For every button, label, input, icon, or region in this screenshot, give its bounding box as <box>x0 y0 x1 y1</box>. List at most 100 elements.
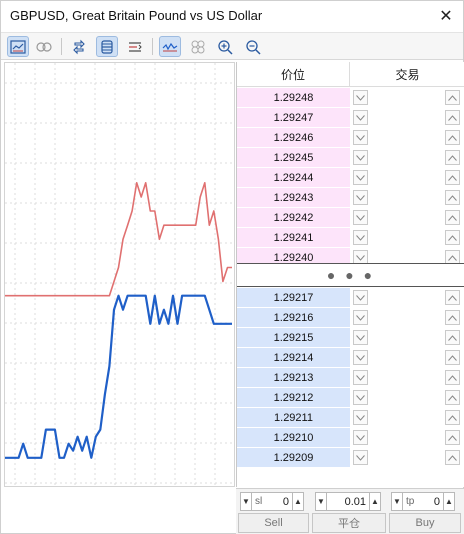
volume-decrement-button[interactable]: ▼ <box>315 492 327 511</box>
buy-limit-button[interactable] <box>445 210 460 225</box>
ask-price[interactable]: 1.29241 <box>237 228 350 248</box>
order-panel: ▼ sl 0 ▲ ▼ 0.01 ▲ ▼ tp 0 ▲ Sell 平仓 Buy <box>236 488 464 534</box>
bid-price[interactable]: 1.29215 <box>237 328 350 348</box>
bid-price[interactable]: 1.29214 <box>237 348 350 368</box>
buy-limit-button[interactable] <box>445 390 460 405</box>
buy-limit-button[interactable] <box>445 310 460 325</box>
ask-row: 1.29246 <box>237 128 464 148</box>
bid-price[interactable]: 1.29212 <box>237 388 350 408</box>
buy-limit-button[interactable] <box>445 190 460 205</box>
sell-limit-button[interactable] <box>353 210 368 225</box>
tick-chart[interactable] <box>4 62 235 487</box>
zoom-in-icon[interactable] <box>214 36 236 57</box>
toolbar <box>1 32 463 60</box>
ask-line <box>5 182 232 297</box>
zoom-out-icon[interactable] <box>242 36 264 57</box>
window-title: GBPUSD, Great Britain Pound vs US Dollar <box>10 8 263 23</box>
ask-row: 1.29247 <box>237 108 464 128</box>
ask-price[interactable]: 1.29246 <box>237 128 350 148</box>
sell-limit-button[interactable] <box>353 110 368 125</box>
ask-price[interactable]: 1.29243 <box>237 188 350 208</box>
buy-limit-button[interactable] <box>445 130 460 145</box>
trade-column-header: 交易 <box>395 68 420 82</box>
sl-stepper[interactable]: ▼ sl 0 ▲ <box>240 492 304 511</box>
chart-icon[interactable] <box>7 36 29 57</box>
toolbar-separator <box>61 38 62 55</box>
sl-value: 0 <box>282 495 289 508</box>
bid-price[interactable]: 1.29216 <box>237 308 350 328</box>
sell-limit-button[interactable] <box>353 330 368 345</box>
one-click-trading-icon[interactable] <box>33 36 55 57</box>
ask-row: 1.29244 <box>237 168 464 188</box>
buy-limit-button[interactable] <box>445 290 460 305</box>
bid-price[interactable]: 1.29209 <box>237 448 350 468</box>
sell-limit-button[interactable] <box>353 90 368 105</box>
ask-price[interactable]: 1.29245 <box>237 148 350 168</box>
spread-separator: ● ● ● <box>237 263 464 287</box>
sell-limit-button[interactable] <box>353 350 368 365</box>
buy-limit-button[interactable] <box>445 90 460 105</box>
sell-limit-button[interactable] <box>353 170 368 185</box>
ask-price[interactable]: 1.29242 <box>237 208 350 228</box>
bid-row: 1.29215 <box>237 328 464 348</box>
tp-field[interactable]: tp 0 <box>403 492 443 511</box>
volume-field[interactable]: 0.01 <box>327 492 369 511</box>
bid-line <box>5 294 232 459</box>
tp-increment-button[interactable]: ▲ <box>443 492 455 511</box>
circles-icon[interactable] <box>187 36 209 57</box>
ask-row: 1.29245 <box>237 148 464 168</box>
sell-limit-button[interactable] <box>353 190 368 205</box>
bid-price[interactable]: 1.29210 <box>237 428 350 448</box>
tp-value: 0 <box>433 495 440 508</box>
buy-limit-button[interactable] <box>445 110 460 125</box>
buy-limit-button[interactable] <box>445 410 460 425</box>
buy-limit-button[interactable] <box>445 150 460 165</box>
sell-limit-button[interactable] <box>353 430 368 445</box>
sell-limit-button[interactable] <box>353 130 368 145</box>
bid-row: 1.29209 <box>237 448 464 468</box>
ask-price[interactable]: 1.29248 <box>237 88 350 108</box>
buy-limit-button[interactable] <box>445 350 460 365</box>
ask-row: 1.29241 <box>237 228 464 248</box>
sell-limit-button[interactable] <box>353 410 368 425</box>
sell-limit-button[interactable] <box>353 230 368 245</box>
ask-price[interactable]: 1.29247 <box>237 108 350 128</box>
volumes-icon[interactable] <box>124 36 146 57</box>
sell-limit-button[interactable] <box>353 450 368 465</box>
tp-stepper[interactable]: ▼ tp 0 ▲ <box>391 492 455 511</box>
sell-limit-button[interactable] <box>353 290 368 305</box>
sl-decrement-button[interactable]: ▼ <box>240 492 252 511</box>
buy-limit-button[interactable] <box>445 230 460 245</box>
ask-row: 1.29242 <box>237 208 464 228</box>
bid-row: 1.29213 <box>237 368 464 388</box>
reverse-icon[interactable] <box>68 36 90 57</box>
close-icon[interactable]: ✕ <box>435 5 457 27</box>
buy-button[interactable]: Buy <box>389 513 461 533</box>
buy-limit-button[interactable] <box>445 370 460 385</box>
sl-field[interactable]: sl 0 <box>252 492 292 511</box>
close-position-button[interactable]: 平仓 <box>312 513 386 533</box>
tick-chart-icon[interactable] <box>159 36 181 57</box>
depth-of-market-window: GBPUSD, Great Britain Pound vs US Dollar… <box>0 0 464 534</box>
bid-price[interactable]: 1.29217 <box>237 288 350 308</box>
buy-limit-button[interactable] <box>445 430 460 445</box>
buy-limit-button[interactable] <box>445 330 460 345</box>
sell-button[interactable]: Sell <box>238 513 309 533</box>
bid-price[interactable]: 1.29213 <box>237 368 350 388</box>
volume-stepper[interactable]: ▼ 0.01 ▲ <box>315 492 381 511</box>
sell-limit-button[interactable] <box>353 390 368 405</box>
volume-value: 0.01 <box>344 495 366 508</box>
buy-limit-button[interactable] <box>445 170 460 185</box>
bid-price[interactable]: 1.29211 <box>237 408 350 428</box>
spread-dots: ● ● ● <box>326 267 376 283</box>
tp-decrement-button[interactable]: ▼ <box>391 492 403 511</box>
center-icon[interactable] <box>96 36 118 57</box>
sell-limit-button[interactable] <box>353 310 368 325</box>
buy-limit-button[interactable] <box>445 450 460 465</box>
sell-limit-button[interactable] <box>353 370 368 385</box>
ask-price[interactable]: 1.29244 <box>237 168 350 188</box>
sl-increment-button[interactable]: ▲ <box>292 492 304 511</box>
sell-limit-button[interactable] <box>353 150 368 165</box>
volume-increment-button[interactable]: ▲ <box>369 492 381 511</box>
ask-row: 1.29248 <box>237 88 464 108</box>
